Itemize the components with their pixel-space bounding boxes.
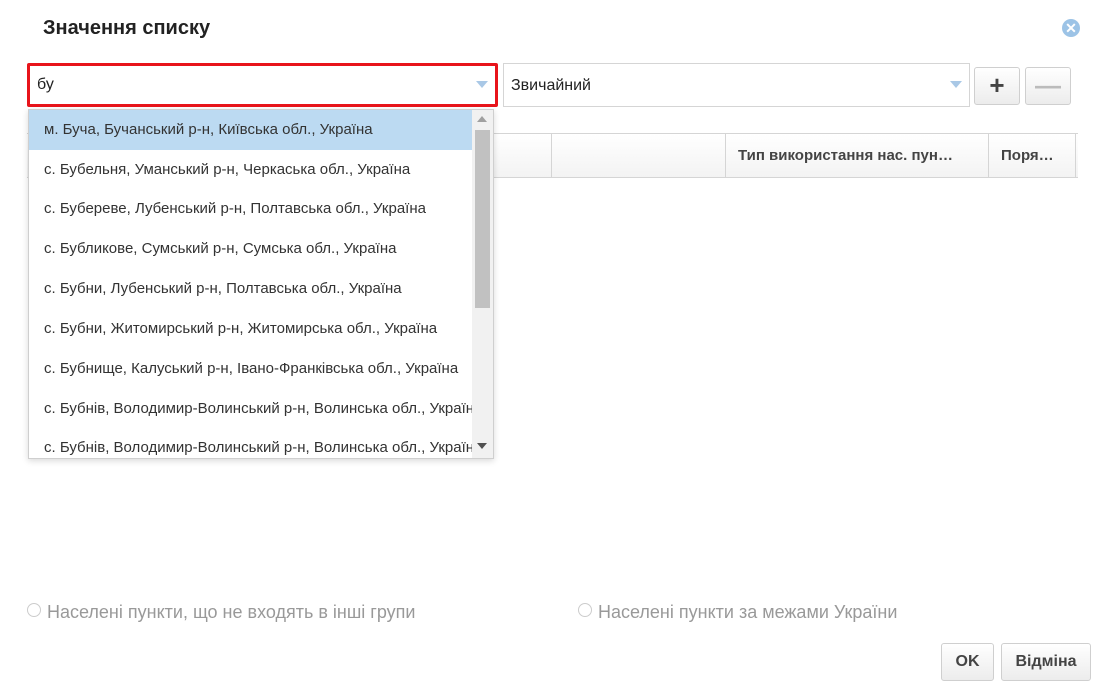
radio-circle-icon[interactable] xyxy=(27,603,41,617)
dropdown-option[interactable]: с. Бубни, Житомирський р-н, Житомирська … xyxy=(29,309,472,349)
chevron-down-icon[interactable] xyxy=(476,81,488,88)
dropdown-option[interactable]: с. Бубнище, Калуський р-н, Івано-Франків… xyxy=(29,349,472,389)
add-button[interactable]: + xyxy=(974,67,1020,105)
scroll-up-arrow-icon[interactable] xyxy=(477,116,487,122)
settlement-dropdown-list[interactable]: м. Буча, Бучанський р-н, Київська обл., … xyxy=(28,109,494,459)
dropdown-option[interactable]: с. Бубельня, Уманський р-н, Черкаська об… xyxy=(29,150,472,190)
usage-type-value: Звичайний xyxy=(511,77,591,94)
column-header-order[interactable]: Поря… xyxy=(989,134,1076,177)
chevron-down-icon[interactable] xyxy=(950,81,962,88)
scrollbar-thumb[interactable] xyxy=(475,130,490,308)
ok-button[interactable]: OK xyxy=(941,643,994,681)
usage-type-select[interactable]: Звичайний xyxy=(503,63,970,107)
dropdown-option[interactable]: с. Бубнів, Володимир-Волинський р-н, Вол… xyxy=(29,428,472,458)
remove-button[interactable]: — xyxy=(1025,67,1071,105)
dropdown-option[interactable]: с. Бубнів, Володимир-Волинський р-н, Вол… xyxy=(29,389,472,429)
dropdown-option[interactable]: с. Бубни, Лубенський р-н, Полтавська обл… xyxy=(29,269,472,309)
radio-not-in-groups-label: Населені пункти, що не входять в інші гр… xyxy=(47,602,416,622)
scroll-down-arrow-icon[interactable] xyxy=(477,443,487,449)
column-header-2[interactable] xyxy=(552,134,726,177)
dialog-title: Значення списку xyxy=(43,17,211,39)
dropdown-scrollbar[interactable] xyxy=(472,110,493,458)
cancel-button[interactable]: Відміна xyxy=(1001,643,1091,681)
dropdown-option[interactable]: с. Бубереве, Лубенський р-н, Полтавська … xyxy=(29,189,472,229)
radio-not-in-groups[interactable]: Населені пункти, що не входять в інші гр… xyxy=(27,602,415,623)
close-icon[interactable]: ✕ xyxy=(1062,19,1080,37)
dropdown-option[interactable]: с. Бубликове, Сумський р-н, Сумська обл.… xyxy=(29,229,472,269)
radio-outside-ukraine-label: Населені пункти за межами України xyxy=(598,602,898,622)
dropdown-option[interactable]: м. Буча, Бучанський р-н, Київська обл., … xyxy=(29,110,472,150)
settlement-search-input[interactable]: бу xyxy=(37,76,54,94)
radio-circle-icon[interactable] xyxy=(578,603,592,617)
radio-outside-ukraine[interactable]: Населені пункти за межами України xyxy=(578,602,897,623)
settlement-search-combobox[interactable]: бу xyxy=(27,63,498,107)
column-header-usage-type[interactable]: Тип використання нас. пун… xyxy=(726,134,989,177)
